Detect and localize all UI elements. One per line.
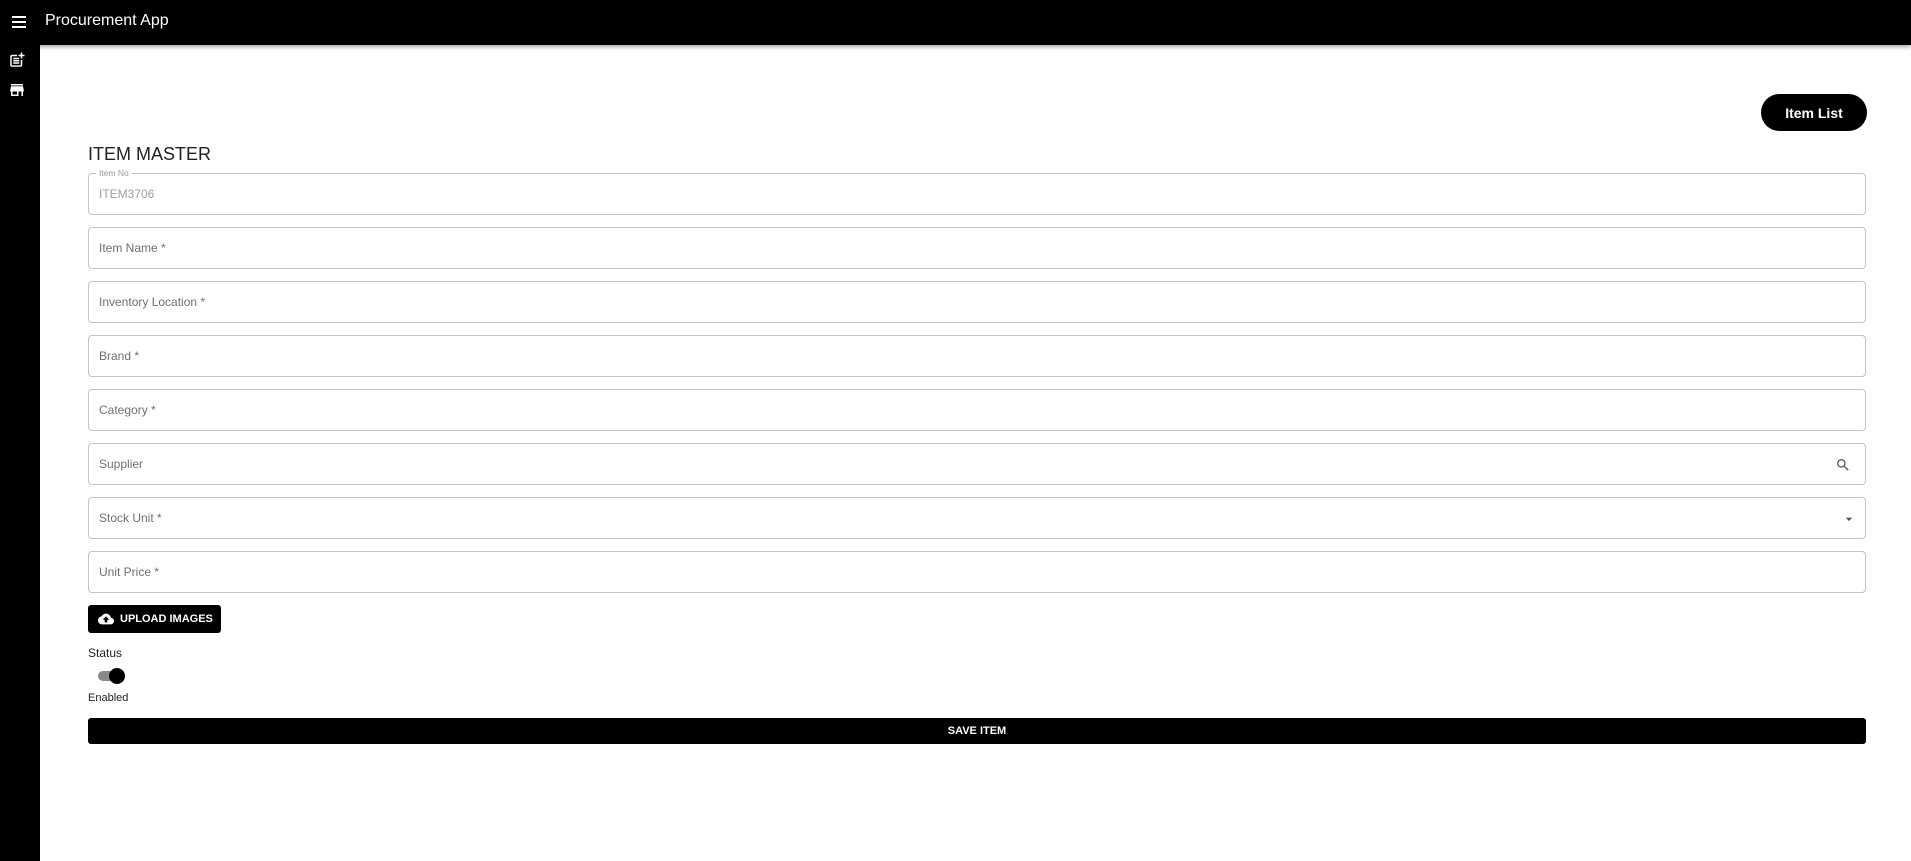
item-no-field[interactable]: Item No ITEM3706 — [88, 168, 1866, 215]
arrow-drop-down-icon[interactable] — [1841, 511, 1857, 527]
status-toggle[interactable] — [96, 667, 126, 685]
sidebar — [0, 45, 40, 861]
item-no-value: ITEM3706 — [99, 187, 155, 201]
upload-images-button[interactable]: UPLOAD IMAGES — [88, 605, 221, 633]
toggle-thumb — [109, 668, 125, 684]
item-no-label: Item No — [96, 168, 132, 178]
cloud-upload-icon — [98, 613, 114, 625]
status-state-text: Enabled — [88, 692, 129, 704]
item-name-field[interactable]: Item Name * — [88, 227, 1866, 269]
app-title: Procurement App — [45, 12, 169, 29]
page-title: ITEM MASTER — [88, 144, 212, 164]
store-icon[interactable] — [8, 81, 26, 99]
inventory-location-label: Inventory Location * — [99, 295, 206, 309]
category-field[interactable]: Category * — [88, 389, 1866, 431]
menu-icon[interactable] — [10, 12, 30, 32]
post-add-icon[interactable] — [8, 51, 26, 69]
category-label: Category * — [99, 403, 156, 417]
item-list-button[interactable]: Item List — [1761, 94, 1867, 131]
stock-unit-select[interactable]: Stock Unit * — [88, 497, 1866, 539]
save-item-button[interactable]: SAVE ITEM — [88, 718, 1866, 744]
upload-images-label: UPLOAD IMAGES — [120, 613, 213, 625]
search-icon[interactable] — [1835, 457, 1851, 473]
unit-price-field[interactable]: Unit Price * — [88, 551, 1866, 593]
inventory-location-field[interactable]: Inventory Location * — [88, 281, 1866, 323]
brand-label: Brand * — [99, 349, 140, 363]
app-bar: Procurement App — [0, 0, 1911, 45]
status-label: Status — [88, 646, 123, 660]
item-name-label: Item Name * — [99, 241, 166, 255]
unit-price-label: Unit Price * — [99, 565, 160, 579]
supplier-label: Supplier — [99, 457, 144, 471]
brand-field[interactable]: Brand * — [88, 335, 1866, 377]
main-content: Item List ITEM MASTER Item No ITEM3706 I… — [40, 45, 1911, 861]
supplier-field[interactable]: Supplier — [88, 443, 1866, 485]
stock-unit-label: Stock Unit * — [99, 511, 162, 525]
